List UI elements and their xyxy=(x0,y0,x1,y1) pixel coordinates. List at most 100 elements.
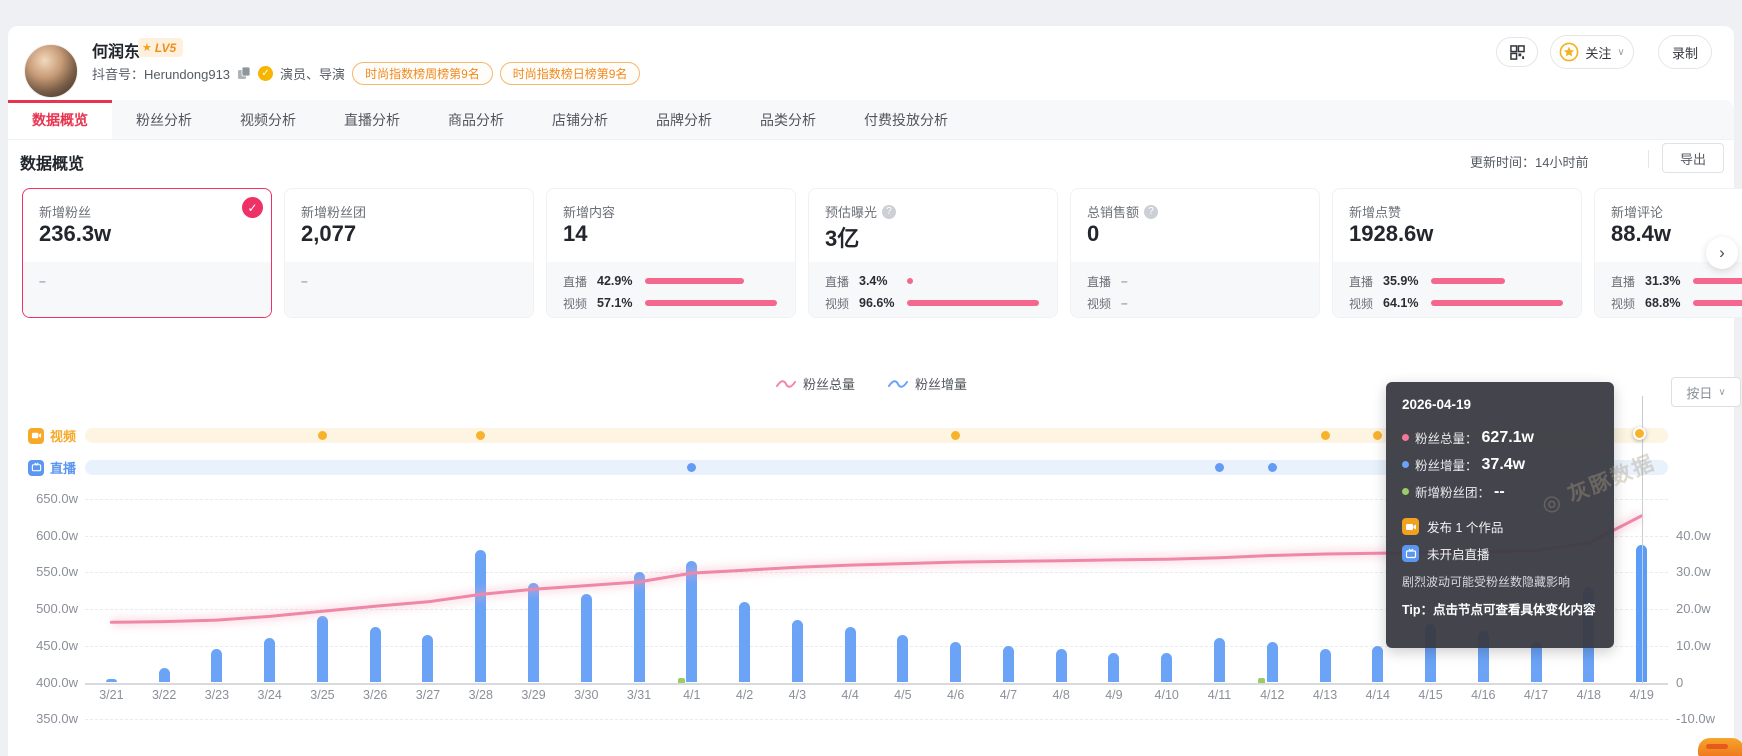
stat-card[interactable]: 新增内容14直播42.9%视频57.1% xyxy=(546,188,796,318)
stat-card-breakdown: 直播35.9%视频64.1% xyxy=(1333,262,1581,317)
x-axis-label: 4/16 xyxy=(1460,688,1506,702)
y-axis-label-left: 500.0w xyxy=(16,601,78,616)
period-selector[interactable]: 按日 ∨ xyxy=(1671,377,1741,407)
copy-icon[interactable] xyxy=(237,66,251,80)
stat-card-title: 新增粉丝 xyxy=(39,202,91,221)
bar-fan-increment[interactable] xyxy=(1108,653,1119,682)
x-axis-label: 4/19 xyxy=(1619,688,1665,702)
bar-fan-increment[interactable] xyxy=(845,627,856,682)
qr-code-icon xyxy=(1510,45,1525,60)
x-axis-label: 4/10 xyxy=(1144,688,1190,702)
help-icon[interactable]: ? xyxy=(1144,205,1158,219)
bar-fanclub xyxy=(1258,678,1265,683)
export-button[interactable]: 导出 xyxy=(1662,143,1724,173)
tab-品类分析[interactable]: 品类分析 xyxy=(736,100,840,139)
bar-fan-increment[interactable] xyxy=(159,668,170,683)
bar-fan-increment[interactable] xyxy=(1003,646,1014,683)
y-axis-label-right: 30.0w xyxy=(1676,564,1711,579)
video-icon xyxy=(1402,518,1419,535)
stat-card[interactable]: 总销售额?0直播–视频– xyxy=(1070,188,1320,318)
stat-card[interactable]: 预估曝光?3亿直播3.4%视频96.6% xyxy=(808,188,1058,318)
stat-card-value: 88.4w xyxy=(1611,221,1671,247)
x-axis-label: 4/14 xyxy=(1355,688,1401,702)
stat-card[interactable]: 新增粉丝236.3w – ✓ xyxy=(22,188,272,318)
bar-fan-increment[interactable] xyxy=(1531,642,1542,682)
bar-fan-increment[interactable] xyxy=(1267,642,1278,682)
stat-card[interactable]: 新增点赞1928.6w直播35.9%视频64.1% xyxy=(1332,188,1582,318)
bar-fan-increment[interactable] xyxy=(792,620,803,682)
tab-直播分析[interactable]: 直播分析 xyxy=(320,100,424,139)
bar-fan-increment[interactable] xyxy=(634,572,645,682)
y-axis-label-left: 400.0w xyxy=(16,675,78,690)
stat-card[interactable]: 新增粉丝团2,077– xyxy=(284,188,534,318)
bar-fan-increment[interactable] xyxy=(686,561,697,682)
x-axis-label: 3/29 xyxy=(511,688,557,702)
rank-badge-weekly: 时尚指数榜周榜第9名 xyxy=(352,62,493,85)
bar-fan-increment[interactable] xyxy=(950,642,961,682)
tab-付费投放分析[interactable]: 付费投放分析 xyxy=(840,100,972,139)
tab-粉丝分析[interactable]: 粉丝分析 xyxy=(112,100,216,139)
tooltip-event-row: 未开启直播 xyxy=(1402,540,1598,567)
bar-fan-increment[interactable] xyxy=(211,649,222,682)
scroll-right-button[interactable]: › xyxy=(1706,237,1738,269)
stat-card-title: 新增内容 xyxy=(563,202,615,221)
x-axis-label: 4/5 xyxy=(880,688,926,702)
record-label: 录制 xyxy=(1672,43,1698,62)
stat-card-breakdown: – xyxy=(23,262,271,317)
x-axis-label: 3/27 xyxy=(405,688,451,702)
bar-fan-increment[interactable] xyxy=(1056,649,1067,682)
verified-icon: ✓ xyxy=(258,66,273,81)
bar-fan-increment[interactable] xyxy=(1320,649,1331,682)
stat-card-breakdown: – xyxy=(285,262,533,317)
stat-card-value: 236.3w xyxy=(39,221,111,247)
chart-tooltip: 2026-04-19 粉丝总量：627.1w粉丝增量：37.4w新增粉丝团：--… xyxy=(1386,382,1614,648)
bar-fan-increment[interactable] xyxy=(370,627,381,682)
bar-fan-increment[interactable] xyxy=(422,635,433,683)
legend-item-粉丝增量[interactable]: 粉丝增量 xyxy=(887,374,967,393)
legend-item-粉丝总量[interactable]: 粉丝总量 xyxy=(775,374,855,393)
y-axis-label-left: 550.0w xyxy=(16,564,78,579)
tab-视频分析[interactable]: 视频分析 xyxy=(216,100,320,139)
chevron-down-icon: ∨ xyxy=(1617,47,1624,58)
bar-fan-increment[interactable] xyxy=(264,638,275,682)
stat-card-breakdown: 直播–视频– xyxy=(1071,262,1319,317)
bar-fan-increment[interactable] xyxy=(1161,653,1172,682)
live-icon xyxy=(28,460,44,476)
tab-店铺分析[interactable]: 店铺分析 xyxy=(528,100,632,139)
breakdown-row: – xyxy=(39,271,255,291)
legend-wave-icon xyxy=(775,378,797,390)
tab-品牌分析[interactable]: 品牌分析 xyxy=(632,100,736,139)
app: 何润东 ★ LV5 抖音号：Herundong913 ✓ 演员、导演 时尚指数榜… xyxy=(0,0,1742,756)
live-day-dot[interactable] xyxy=(1268,463,1277,472)
bar-fan-increment[interactable] xyxy=(528,583,539,682)
level-label: LV5 xyxy=(155,41,176,55)
account-id: 抖音号：Herundong913 xyxy=(92,64,230,83)
bar-fan-increment[interactable] xyxy=(1372,646,1383,683)
live-day-dot[interactable] xyxy=(1215,463,1224,472)
tab-数据概览[interactable]: 数据概览 xyxy=(8,100,112,139)
bar-fan-increment[interactable] xyxy=(106,679,117,683)
bar-fan-increment[interactable] xyxy=(581,594,592,682)
period-label: 按日 xyxy=(1686,383,1712,402)
record-button[interactable]: 录制 xyxy=(1658,35,1712,69)
tab-商品分析[interactable]: 商品分析 xyxy=(424,100,528,139)
stat-card-title: 预估曝光? xyxy=(825,202,896,221)
stat-card-title: 新增点赞 xyxy=(1349,202,1401,221)
bar-fan-increment[interactable] xyxy=(317,616,328,682)
bar-fan-increment[interactable] xyxy=(897,635,908,683)
video-icon xyxy=(28,428,44,444)
stat-card-value: 0 xyxy=(1087,221,1099,247)
update-time: 更新时间：14小时前 xyxy=(1470,152,1588,171)
export-label: 导出 xyxy=(1680,149,1706,168)
selected-check-icon: ✓ xyxy=(242,197,263,218)
follow-button[interactable]: 关注 ∨ xyxy=(1550,35,1634,69)
bar-fan-increment[interactable] xyxy=(1214,638,1225,682)
bar-fan-increment[interactable] xyxy=(475,550,486,682)
mascot-logo xyxy=(1698,738,1742,756)
video-post-dot[interactable] xyxy=(318,431,327,440)
x-axis-label: 3/23 xyxy=(194,688,240,702)
qr-code-button[interactable] xyxy=(1496,37,1538,67)
help-icon[interactable]: ? xyxy=(882,205,896,219)
bar-fan-increment[interactable] xyxy=(739,602,750,683)
video-post-dot[interactable] xyxy=(1321,431,1330,440)
